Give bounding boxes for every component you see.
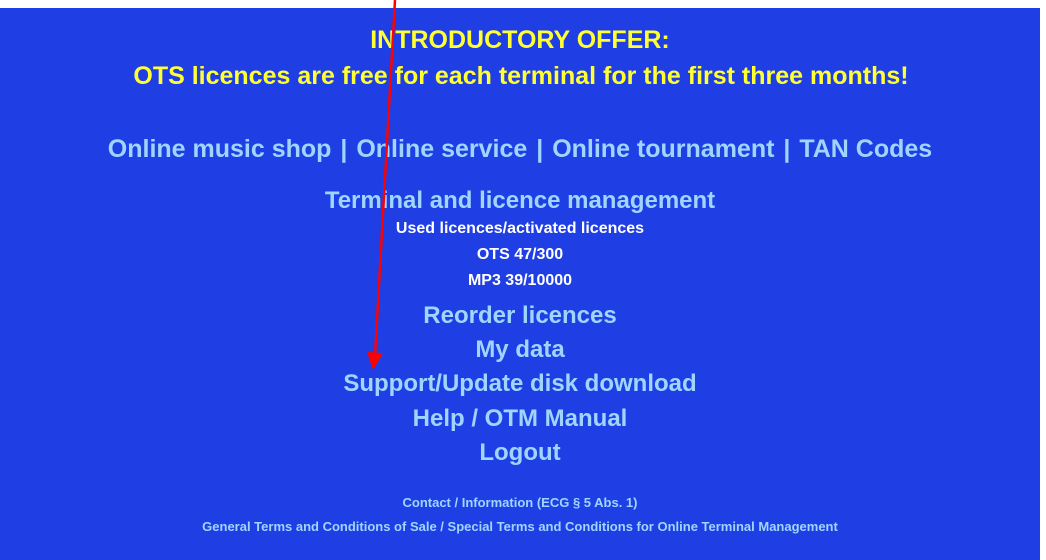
terms-conditions-link[interactable]: General Terms and Conditions of Sale / S… — [0, 519, 1040, 534]
help-otm-manual-link[interactable]: Help / OTM Manual — [0, 405, 1040, 433]
nav-link-tan-codes[interactable]: TAN Codes — [799, 135, 932, 163]
page-frame: INTRODUCTORY OFFER: OTS licences are fre… — [0, 0, 1046, 560]
main-panel: INTRODUCTORY OFFER: OTS licences are fre… — [0, 8, 1040, 560]
nav-bar: Online music shop | Online service | Onl… — [0, 135, 1040, 164]
nav-separator: | — [536, 135, 544, 163]
logout-link[interactable]: Logout — [0, 439, 1040, 467]
reorder-licences-link[interactable]: Reorder licences — [0, 302, 1040, 330]
nav-separator: | — [783, 135, 791, 163]
contact-information-link[interactable]: Contact / Information (ECG § 5 Abs. 1) — [0, 495, 1040, 510]
offer-title: INTRODUCTORY OFFER: — [370, 26, 670, 54]
nav-link-online-service[interactable]: Online service — [356, 135, 527, 163]
nav-separator: | — [340, 135, 348, 163]
ots-licence-count: OTS 47/300 — [476, 246, 564, 263]
offer-text: OTS licences are free for each terminal … — [133, 62, 909, 90]
my-data-link[interactable]: My data — [0, 336, 1040, 364]
support-update-download-link[interactable]: Support/Update disk download — [0, 370, 1040, 398]
mp3-licence-count: MP3 39/10000 — [467, 272, 573, 289]
used-licences-label: Used licences/activated licences — [395, 220, 645, 237]
terminal-licence-management-link[interactable]: Terminal and licence management — [0, 187, 1040, 215]
nav-link-online-tournament[interactable]: Online tournament — [552, 135, 774, 163]
nav-link-music-shop[interactable]: Online music shop — [108, 135, 332, 163]
